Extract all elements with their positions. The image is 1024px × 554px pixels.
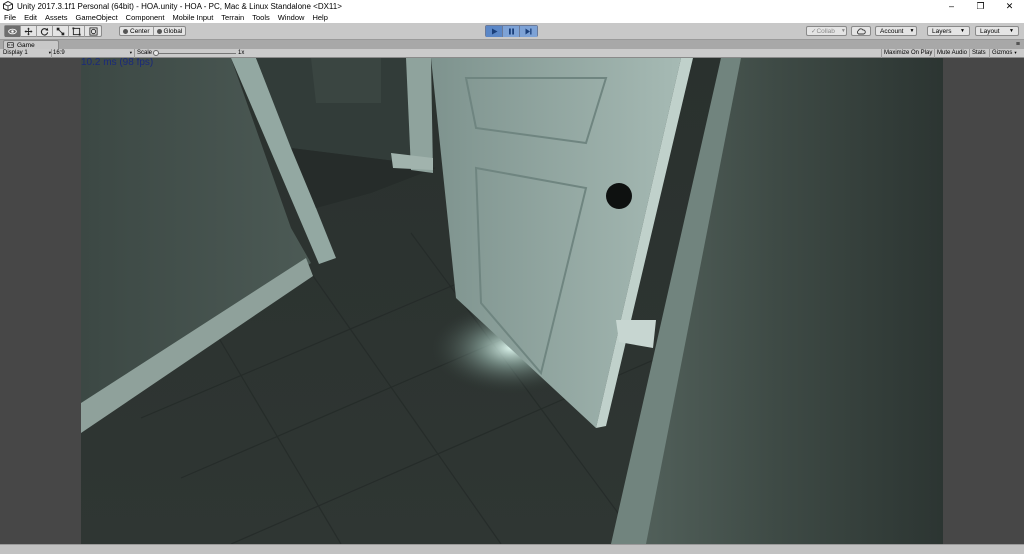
play-controls <box>485 25 538 37</box>
scale-value: 1x <box>238 50 245 56</box>
play-button[interactable] <box>486 26 503 37</box>
menu-help[interactable]: Help <box>308 13 331 22</box>
chevron-down-icon: ▾ <box>129 50 132 55</box>
tab-game[interactable]: Game <box>3 40 59 49</box>
scale-label: Scale <box>137 50 153 56</box>
window-title: Unity 2017.3.1f1 Personal (64bit) - HOA.… <box>17 1 342 11</box>
game-view-icon <box>7 42 14 48</box>
rotate-tool-button[interactable] <box>37 26 53 37</box>
scale-tool-icon <box>56 27 65 36</box>
gizmos-label: Gizmos <box>992 50 1013 56</box>
menu-gameobject[interactable]: GameObject <box>72 13 122 22</box>
menu-bar: File Edit Assets GameObject Component Mo… <box>0 12 1024 23</box>
game-controls-bar: Display 1 ▾ 16:9 ▾ Scale 1x Maximize On Pl… <box>0 49 1024 58</box>
aspect-dropdown[interactable]: 16:9 ▾ <box>53 49 132 57</box>
divider <box>134 49 135 58</box>
hallway-object <box>311 58 381 103</box>
transform-tool-button[interactable] <box>85 26 101 37</box>
main-toolbar: Center Global ✓ Collab ▼ Account ▼ Layers ▼ … <box>0 23 1024 40</box>
menu-component[interactable]: Component <box>122 13 169 22</box>
gizmos-toggle[interactable]: Gizmos ▾ <box>992 49 1017 57</box>
divider <box>51 49 52 58</box>
rect-tool-icon <box>72 27 81 36</box>
menu-mobile-input[interactable]: Mobile Input <box>168 13 217 22</box>
minimize-button[interactable]: – <box>937 0 966 12</box>
status-bar <box>0 544 1024 554</box>
game-render[interactable]: 10.2 ms (98 fps) <box>81 58 943 544</box>
pivot-icon <box>123 28 128 34</box>
move-tool-icon <box>24 27 33 36</box>
door-knob <box>606 183 632 209</box>
display-label: Display 1 <box>3 50 28 56</box>
step-icon <box>525 28 532 35</box>
tab-label: Game <box>17 41 35 49</box>
play-icon <box>491 28 497 35</box>
scale-slider-track[interactable] <box>156 53 236 54</box>
chevron-down-icon: ▼ <box>840 28 846 34</box>
tab-strip: Game ≡ <box>0 40 1024 49</box>
menu-tools[interactable]: Tools <box>248 13 274 22</box>
maximize-on-play-toggle[interactable]: Maximize On Play <box>884 49 932 57</box>
menu-assets[interactable]: Assets <box>41 13 72 22</box>
transform-tool-icon <box>88 27 98 36</box>
scale-tool-button[interactable] <box>53 26 69 37</box>
rect-tool-button[interactable] <box>69 26 85 37</box>
chevron-down-icon: ▾ <box>1014 50 1017 55</box>
layers-dropdown[interactable]: Layers ▼ <box>927 26 970 36</box>
divider <box>881 49 882 58</box>
display-dropdown[interactable]: Display 1 ▾ <box>3 49 51 57</box>
chevron-down-icon: ▼ <box>1009 28 1014 34</box>
pause-button[interactable] <box>503 26 520 37</box>
scale-slider-handle[interactable] <box>153 50 159 56</box>
layers-label: Layers <box>932 27 952 35</box>
account-dropdown[interactable]: Account ▼ <box>875 26 917 36</box>
restore-button[interactable]: ❐ <box>966 0 995 12</box>
menu-edit[interactable]: Edit <box>20 13 41 22</box>
account-label: Account <box>880 27 904 35</box>
collab-label: Collab <box>816 27 835 35</box>
pause-icon <box>508 28 514 35</box>
divider <box>934 49 935 58</box>
transform-tools <box>4 25 102 37</box>
step-button[interactable] <box>520 26 537 37</box>
unity-logo-icon <box>3 1 13 11</box>
divider <box>969 49 970 58</box>
stats-toggle[interactable]: Stats <box>972 49 986 57</box>
global-icon <box>156 28 162 34</box>
game-viewport: 10.2 ms (98 fps) <box>0 58 1024 544</box>
layout-label: Layout <box>980 27 1000 35</box>
window-controls: – ❐ ✕ <box>937 0 1024 12</box>
menu-window[interactable]: Window <box>274 13 309 22</box>
move-tool-button[interactable] <box>21 26 37 37</box>
cloud-button[interactable] <box>851 26 871 36</box>
view-tool-button[interactable] <box>5 26 21 37</box>
close-button[interactable]: ✕ <box>995 0 1024 12</box>
view-tool-icon <box>8 28 17 35</box>
cloud-icon <box>857 27 866 34</box>
divider <box>989 49 990 58</box>
menu-file[interactable]: File <box>0 13 20 22</box>
pivot-label: Center <box>130 27 150 35</box>
game-scene-render <box>81 58 943 544</box>
pivot-center-button[interactable]: Center <box>120 27 154 35</box>
chevron-down-icon: ▼ <box>960 28 965 34</box>
tab-menu-icon[interactable]: ≡ <box>1016 41 1020 48</box>
collab-dropdown[interactable]: ✓ Collab ▼ <box>806 26 847 36</box>
menu-terrain[interactable]: Terrain <box>217 13 248 22</box>
rotate-tool-icon <box>40 27 49 36</box>
title-bar: Unity 2017.3.1f1 Personal (64bit) - HOA.… <box>0 0 1024 12</box>
layout-dropdown[interactable]: Layout ▼ <box>975 26 1019 36</box>
space-label: Global <box>163 27 183 35</box>
pivot-global-button[interactable]: Global <box>154 27 186 35</box>
pivot-controls: Center Global <box>119 26 187 36</box>
mute-audio-toggle[interactable]: Mute Audio <box>937 49 967 57</box>
fps-counter: 10.2 ms (98 fps) <box>81 58 154 68</box>
aspect-label: 16:9 <box>53 50 65 56</box>
chevron-down-icon: ▼ <box>909 28 915 34</box>
